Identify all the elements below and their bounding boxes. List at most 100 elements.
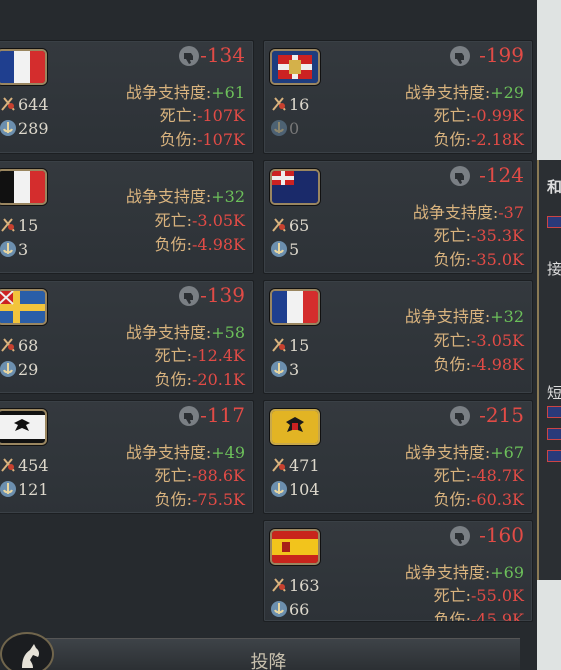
country-card-austria[interactable]: -215 战争支持度:+67 死亡:-48.7K 负伤:-60.3K 471 1… [263, 400, 533, 514]
navy-icon [271, 361, 287, 377]
war-support-label: 战争支持度: [125, 83, 212, 102]
war-support-label: 战争支持度: [125, 443, 212, 462]
dead-label: 死亡: [433, 586, 472, 605]
war-score: -199 [479, 43, 524, 67]
france-flag [0, 49, 47, 85]
dead-value: -35.3K [471, 226, 524, 245]
sweden-flag [0, 289, 47, 325]
war-score: -117 [200, 403, 245, 427]
army-icon [272, 338, 286, 352]
dead-label: 死亡: [433, 466, 472, 485]
war-support-value: +58 [211, 323, 245, 342]
war-support-label: 战争支持度: [125, 187, 212, 206]
war-score: -134 [200, 43, 245, 67]
wounded-value: -35.0K [471, 250, 524, 269]
thumbs-down-icon [179, 286, 199, 306]
side-panel-edge: 和 接 短 [537, 0, 561, 670]
country-card-prussia[interactable]: -117 战争支持度:+49 死亡:-88.6K 负伤:-75.5K 454 1… [0, 400, 254, 514]
navy-count: 3 [289, 360, 300, 379]
wounded-value: -45.9K [471, 610, 524, 622]
navy-icon [271, 120, 287, 136]
surrender-button[interactable]: 投降 [0, 648, 537, 670]
country-card-belgium[interactable]: 战争支持度:+32 死亡:-3.05K 负伤:-4.98K 15 3 [0, 160, 254, 274]
war-support-value: +49 [211, 443, 245, 462]
small-flag-icon [547, 428, 561, 440]
wounded-value: -75.5K [192, 490, 245, 509]
wounded-label: 负伤: [433, 130, 472, 149]
wounded-value: -2.18K [471, 130, 524, 149]
thumbs-down-icon [450, 46, 470, 66]
navy-icon [0, 481, 16, 497]
war-support-value: -37 [498, 203, 524, 222]
army-icon [272, 218, 286, 232]
army-count: 16 [289, 95, 310, 114]
dead-value: -55.0K [471, 586, 524, 605]
country-card-spain[interactable]: -160 战争支持度:+69 死亡:-55.0K 负伤:-45.9K 163 6… [263, 520, 533, 622]
thumbs-down-icon [450, 166, 470, 186]
navy-count: 5 [289, 240, 300, 259]
navy-icon [271, 481, 287, 497]
navy-count: 29 [18, 360, 39, 379]
wounded-label: 负伤: [154, 235, 193, 254]
dead-value: -3.05K [192, 211, 245, 230]
wounded-value: -4.98K [192, 235, 245, 254]
war-support-label: 战争支持度: [125, 323, 212, 342]
side-panel-frame: 和 接 短 [537, 160, 561, 580]
army-count: 15 [18, 216, 39, 235]
army-icon [1, 338, 15, 352]
dead-label: 死亡: [154, 346, 193, 365]
army-icon [272, 578, 286, 592]
country-card-sardinia[interactable]: -199 战争支持度:+29 死亡:-0.99K 负伤:-2.18K 16 0 [263, 40, 533, 154]
war-support-label: 战争支持度: [404, 307, 491, 326]
thumbs-down-icon [450, 526, 470, 546]
wounded-label: 负伤: [433, 355, 472, 374]
france-flag [270, 289, 320, 325]
army-icon [272, 97, 286, 111]
war-support-value: +69 [490, 563, 524, 582]
army-count: 68 [18, 336, 39, 355]
army-count: 65 [289, 216, 310, 235]
army-count: 163 [289, 576, 320, 595]
wounded-label: 负伤: [433, 250, 472, 269]
country-card-ensign[interactable]: -124 战争支持度:-37 死亡:-35.3K 负伤:-35.0K 65 5 [263, 160, 533, 274]
dead-label: 死亡: [433, 106, 472, 125]
country-card-sweden[interactable]: -139 战争支持度:+58 死亡:-12.4K 负伤:-20.1K 68 29 [0, 280, 254, 394]
wounded-label: 负伤: [154, 370, 193, 389]
navy-count: 66 [289, 600, 310, 619]
dead-label: 死亡: [433, 331, 472, 350]
army-count: 471 [289, 456, 320, 475]
war-support-value: +67 [490, 443, 524, 462]
dead-label: 死亡: [154, 466, 193, 485]
thumbs-down-icon [179, 406, 199, 426]
prussia-flag [0, 409, 47, 445]
army-icon [272, 458, 286, 472]
navy-icon [0, 120, 16, 136]
thumbs-down-icon [450, 406, 470, 426]
war-score: -160 [479, 523, 524, 547]
navy-icon [0, 361, 16, 377]
navy-icon [271, 601, 287, 617]
army-icon [1, 218, 15, 232]
navy-count: 289 [18, 119, 49, 138]
navy-icon [0, 241, 16, 257]
thumbs-down-icon [179, 46, 199, 66]
side-panel-title: 和 [547, 178, 561, 196]
country-card-france-2[interactable]: 战争支持度:+32 死亡:-3.05K 负伤:-4.98K 15 3 [263, 280, 533, 394]
army-icon [1, 97, 15, 111]
country-card-france[interactable]: -134 战争支持度:+61 死亡:-107K 负伤:-107K 644 289 [0, 40, 254, 154]
war-score: -215 [479, 403, 524, 427]
belgium-flag [0, 169, 47, 205]
war-support-value: +61 [211, 83, 245, 102]
wounded-label: 负伤: [433, 490, 472, 509]
dead-value: -3.05K [471, 331, 524, 350]
austria-flag [270, 409, 320, 445]
sardinia-flag [270, 49, 320, 85]
dead-label: 死亡: [159, 106, 198, 125]
wounded-value: -60.3K [471, 490, 524, 509]
small-flag-icon [547, 406, 561, 418]
dead-value: -48.7K [471, 466, 524, 485]
ensign-flag [270, 169, 320, 205]
small-flag-icon [547, 450, 561, 462]
dead-value: -107K [197, 106, 245, 125]
wounded-label: 负伤: [433, 610, 472, 622]
